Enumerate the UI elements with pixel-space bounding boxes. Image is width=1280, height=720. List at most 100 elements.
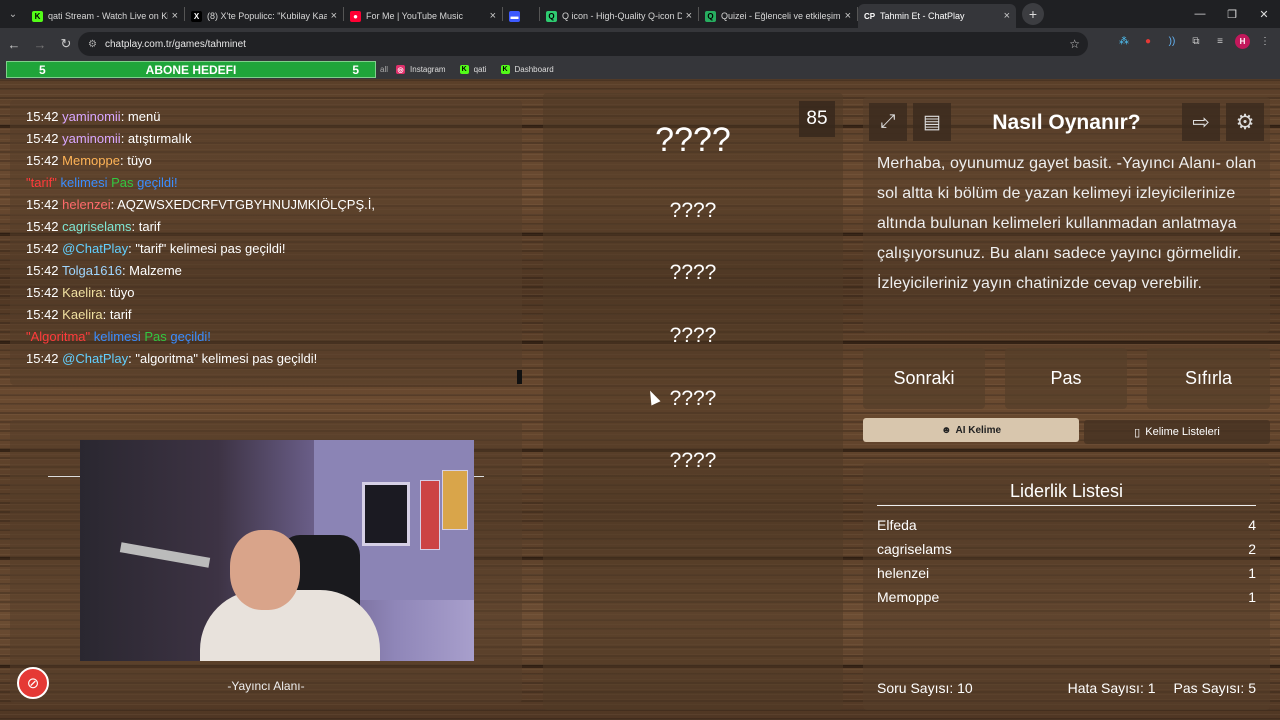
pass-count: Pas Sayısı: 5: [1173, 680, 1256, 696]
portrait-poster: [362, 482, 410, 546]
window-controls: — ❐ ✕: [1184, 0, 1280, 28]
bookmark-dashboard[interactable]: K Dashboard: [500, 65, 554, 74]
chat-time: 15:42: [26, 219, 59, 234]
extension-icon[interactable]: ⁂: [1115, 32, 1133, 50]
instagram-icon: ◎: [396, 65, 406, 74]
browser-tab-bar: ⌄ Kqati Stream - Watch Live on Kick × X (8)…: [0, 0, 1280, 28]
ai-word-button[interactable]: ☻ AI Kelime: [863, 418, 1079, 442]
system-text: geçildi!: [133, 175, 178, 190]
browser-tab[interactable]: ▬: [503, 4, 539, 28]
word-list-panel: 85 ???? ???? ???? ???? ???? ????: [543, 93, 843, 710]
wall-poster: [442, 470, 468, 530]
browser-tab[interactable]: Q Quizei - Eğlenceli ve etkileşimli ×: [699, 4, 857, 28]
chat-time: 15:42: [26, 241, 59, 256]
media-icon[interactable]: ≡: [1211, 32, 1229, 50]
chat-time: 15:42: [26, 307, 59, 322]
tab-close-icon[interactable]: ×: [845, 10, 851, 22]
bookmark-instagram[interactable]: ◎ Instagram: [396, 65, 446, 74]
streamer-area: -Yayıncı Alanı-: [10, 420, 522, 703]
tab-close-icon[interactable]: ×: [331, 10, 337, 22]
chat-text: : Malzeme: [121, 263, 182, 278]
microphone-arm: [119, 542, 211, 568]
chat-username: Kaelira: [62, 285, 103, 300]
browser-tab[interactable]: ● For Me | YouTube Music ×: [344, 4, 502, 28]
tab-title: Tahmin Et - ChatPlay: [880, 11, 965, 21]
chat-username: yaminomii: [62, 109, 121, 124]
tab-favicon-icon: ●: [350, 10, 361, 22]
tab-close-icon[interactable]: ×: [490, 10, 496, 22]
chat-time: 15:42: [26, 109, 59, 124]
chat-text: : "algoritma" kelimesi pas geçildi!: [128, 351, 318, 366]
word-forbidden: ????: [669, 261, 717, 284]
divider: [877, 505, 1256, 506]
tab-favicon-icon: Q: [546, 10, 557, 22]
url-text: chatplay.com.tr/games/tahminet: [104, 38, 246, 50]
forward-icon[interactable]: →: [28, 32, 52, 56]
browser-tab[interactable]: X (8) X'te Populicc: "Kubilay Kaan ×: [185, 4, 343, 28]
tab-favicon-icon: X: [191, 10, 202, 22]
document-icon: ▯: [1134, 426, 1141, 439]
menu-dots-icon[interactable]: ⋮: [1256, 32, 1274, 50]
system-text: kelimesi: [90, 329, 145, 344]
new-tab-button[interactable]: +: [1022, 3, 1044, 25]
system-pass: Pas: [111, 175, 134, 190]
error-count: Hata Sayısı: 1: [1067, 680, 1156, 696]
profile-avatar[interactable]: H: [1235, 33, 1250, 49]
tab-title: Quizei - Eğlenceli ve etkileşimli: [721, 11, 841, 21]
tab-close-icon[interactable]: ×: [172, 10, 178, 22]
extension-icon[interactable]: )): [1163, 32, 1181, 50]
word-lists-button[interactable]: ▯ Kelime Listeleri: [1084, 420, 1270, 444]
chat-username: cagriselams: [62, 219, 132, 234]
question-count: Soru Sayısı: 10: [877, 680, 973, 696]
streamer-head: [230, 530, 300, 610]
exit-icon[interactable]: ⇨: [1182, 103, 1220, 141]
browser-tab[interactable]: Kqati Stream - Watch Live on Kick ×: [26, 4, 184, 28]
extension-icon[interactable]: ●: [1139, 32, 1157, 50]
reset-button[interactable]: Sıfırla: [1147, 348, 1270, 409]
tab-favicon-icon: CP: [863, 10, 876, 22]
minimize-icon[interactable]: —: [1184, 0, 1216, 28]
system-pass: Pas: [144, 329, 167, 344]
chat-text: : tarif: [131, 219, 161, 234]
streamer-area-label: -Yayıncı Alanı-: [227, 679, 305, 693]
chat-time: 15:42: [26, 285, 59, 300]
next-button[interactable]: Sonraki: [863, 348, 985, 409]
record-stop-button[interactable]: ⊘: [17, 667, 49, 699]
tab-favicon-icon: K: [32, 10, 43, 22]
chat-message: 15:42 @ChatPlay: "tarif" kelimesi pas ge…: [26, 238, 506, 260]
chat-system-message: "Algoritma" kelimesi Pas geçildi!: [26, 326, 506, 348]
bookmark-star-icon[interactable]: ☆: [1069, 37, 1080, 51]
how-to-play-text: Merhaba, oyunumuz gayet basit. -Yayıncı …: [877, 155, 1257, 292]
reload-icon[interactable]: ↻: [54, 32, 78, 56]
tab-close-icon[interactable]: ×: [686, 10, 692, 22]
site-info-icon[interactable]: ⚙: [88, 39, 97, 50]
restore-icon[interactable]: ❐: [1216, 0, 1248, 28]
puzzle-icon[interactable]: ⧉: [1187, 32, 1205, 50]
goal-current: 5: [39, 62, 46, 77]
streamer-body: [200, 590, 380, 661]
wall-poster: [420, 480, 440, 550]
tab-search-icon[interactable]: ⌄: [0, 0, 26, 28]
tab-title: Q icon - High-Quality Q-icon D: [562, 11, 682, 21]
browser-tab[interactable]: Q Q icon - High-Quality Q-icon D ×: [540, 4, 698, 28]
chat-scrollbar[interactable]: [517, 370, 522, 384]
system-text: kelimesi: [56, 175, 112, 190]
chat-text: : AQZWSXEDCRFVTGBYHNUJMKIÖLÇPŞ.İ,: [110, 197, 375, 212]
subscriber-goal-bar: 5 ABONE HEDEFI 5: [6, 61, 376, 78]
chat-message: 15:42 Tolga1616: Malzeme: [26, 260, 506, 282]
address-bar[interactable]: ⚙ chatplay.com.tr/games/tahminet ☆: [78, 32, 1088, 56]
system-word: "Algoritma": [26, 329, 91, 344]
browser-tab[interactable]: CP Tahmin Et - ChatPlay ×: [858, 4, 1016, 28]
tab-title: (8) X'te Populicc: "Kubilay Kaan: [207, 11, 327, 21]
close-window-icon[interactable]: ✕: [1248, 0, 1280, 28]
tab-close-icon[interactable]: ×: [1004, 10, 1010, 22]
settings-gear-icon[interactable]: ⚙: [1226, 103, 1264, 141]
chat-username: helenzei: [62, 197, 111, 212]
pass-button[interactable]: Pas: [1005, 348, 1127, 409]
chat-time: 15:42: [26, 351, 59, 366]
word-forbidden: ????: [669, 199, 717, 222]
leaderboard-row: Elfeda 4: [877, 517, 1256, 533]
how-to-play-panel: ⤢ ▤ Nasıl Oynanır? ⇨ ⚙ Merhaba, oyunumuz…: [863, 97, 1270, 333]
back-icon[interactable]: ←: [2, 32, 26, 56]
bookmark-qati[interactable]: K qati: [459, 65, 487, 74]
